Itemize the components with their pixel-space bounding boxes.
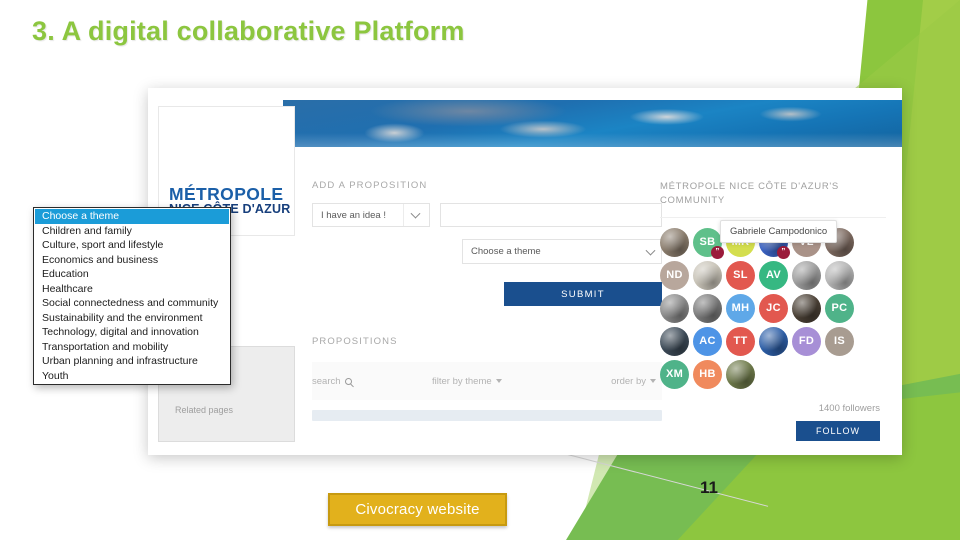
- caret-down-icon: [495, 379, 502, 383]
- avatar[interactable]: [693, 293, 722, 323]
- avatar-initials[interactable]: HB: [693, 359, 722, 389]
- screenshot-card: MÉTROPOLE NICE CÔTE D'AZUR Related pages…: [148, 88, 902, 455]
- theme-dropdown-option[interactable]: Economics and business: [35, 253, 229, 268]
- page-number: 11: [700, 478, 718, 497]
- quote-badge-icon: ”: [777, 245, 790, 259]
- theme-dropdown-option[interactable]: Technology, digital and innovation: [35, 325, 229, 340]
- avatar-tooltip: Gabriele Campodonico: [720, 220, 838, 243]
- search-input[interactable]: search: [312, 376, 432, 387]
- theme-dropdown-option[interactable]: Transportation and mobility: [35, 340, 229, 355]
- theme-select[interactable]: Choose a theme: [462, 239, 662, 264]
- theme-dropdown-option[interactable]: Sustainability and the environment: [35, 311, 229, 326]
- theme-select-row: Choose a theme: [312, 239, 662, 264]
- submit-button[interactable]: SUBMIT: [504, 282, 662, 306]
- community-section: MÉTROPOLE NICE CÔTE D'AZUR'S COMMUNITY S…: [660, 180, 886, 441]
- propositions-label: PROPOSITIONS: [312, 336, 398, 347]
- proposition-field-row: I have an idea !: [312, 203, 662, 227]
- avatar[interactable]: [660, 227, 689, 257]
- avatar-initials[interactable]: IS: [825, 326, 854, 356]
- avatar[interactable]: [792, 260, 821, 290]
- add-proposition-section: ADD A PROPOSITION I have an idea ! Choos…: [312, 180, 662, 306]
- community-divider: [660, 216, 886, 218]
- order-by-label: order by: [611, 375, 646, 387]
- submit-row: SUBMIT: [312, 282, 662, 306]
- propositions-section: PROPOSITIONS search filter by theme orde…: [312, 336, 662, 421]
- avatar-initials[interactable]: AV: [759, 260, 788, 290]
- civocracy-website-button[interactable]: Civocracy website: [328, 493, 507, 526]
- avatar-initials[interactable]: SB”: [693, 227, 724, 259]
- theme-dropdown-option[interactable]: Youth: [35, 369, 229, 384]
- page-title: 3. A digital collaborative Platform: [32, 16, 465, 46]
- filter-by-theme-dropdown[interactable]: filter by theme: [432, 376, 582, 387]
- caret-down-icon: [650, 379, 656, 383]
- quote-badge-icon: ”: [711, 245, 724, 259]
- avatar-initials[interactable]: TT: [726, 326, 755, 356]
- avatar-initials[interactable]: ND: [660, 260, 689, 290]
- theme-dropdown-list[interactable]: Choose a theme Children and family Culture…: [33, 207, 231, 385]
- slide-root: 3. A digital collaborative Platform MÉTR…: [0, 0, 960, 540]
- theme-dropdown-option[interactable]: Children and family: [35, 224, 229, 239]
- community-title: MÉTROPOLE NICE CÔTE D'AZUR'S COMMUNITY: [660, 181, 839, 206]
- chevron-down-icon: [645, 245, 656, 256]
- avatar-initials[interactable]: AC: [693, 326, 722, 356]
- theme-select-value: Choose a theme: [471, 246, 541, 257]
- avatar[interactable]: [792, 293, 821, 323]
- search-icon: [344, 377, 352, 385]
- community-avatar-grid: SB”MR”VLNDSLAVMHJCPCACTTFDISXMHB: [660, 227, 886, 389]
- decor-diagonal-line: [543, 452, 769, 540]
- theme-dropdown-option[interactable]: Social connectedness and community: [35, 296, 229, 311]
- chevron-down-icon: [410, 208, 421, 219]
- followers-count: 1400 followers: [818, 402, 880, 414]
- filter-by-theme-label: filter by theme: [432, 375, 492, 387]
- theme-dropdown-option[interactable]: Healthcare: [35, 282, 229, 297]
- avatar[interactable]: [693, 260, 722, 290]
- banner-photo: [283, 100, 902, 147]
- add-proposition-label: ADD A PROPOSITION: [312, 180, 428, 191]
- proposition-list-item[interactable]: [312, 410, 662, 421]
- order-by-dropdown[interactable]: order by: [582, 376, 662, 387]
- avatar[interactable]: [726, 359, 755, 389]
- propositions-toolbar: search filter by theme order by: [312, 362, 662, 400]
- theme-dropdown-option[interactable]: Culture, sport and lifestyle: [35, 238, 229, 253]
- proposition-type-value: I have an idea !: [321, 209, 386, 221]
- theme-dropdown-option[interactable]: Urban planning and infrastructure: [35, 354, 229, 369]
- avatar-initials[interactable]: FD: [792, 326, 821, 356]
- theme-dropdown-option[interactable]: Education: [35, 267, 229, 282]
- avatar[interactable]: [660, 293, 689, 323]
- proposition-type-select[interactable]: I have an idea !: [312, 203, 430, 227]
- avatar[interactable]: [759, 326, 788, 356]
- theme-dropdown-option[interactable]: Choose a theme: [35, 209, 229, 224]
- follow-button[interactable]: FOLLOW: [796, 420, 880, 441]
- avatar[interactable]: [825, 260, 854, 290]
- avatar-initials[interactable]: SL: [726, 260, 755, 290]
- avatar-initials[interactable]: MH: [726, 293, 755, 323]
- avatar-initials[interactable]: PC: [825, 293, 854, 323]
- logo-line-1: MÉTROPOLE: [169, 183, 284, 204]
- avatar-initials[interactable]: XM: [660, 359, 689, 389]
- proposition-title-input[interactable]: [440, 203, 662, 227]
- avatar-initials[interactable]: JC: [759, 293, 788, 323]
- search-label: search: [312, 375, 341, 387]
- avatar[interactable]: [660, 326, 689, 356]
